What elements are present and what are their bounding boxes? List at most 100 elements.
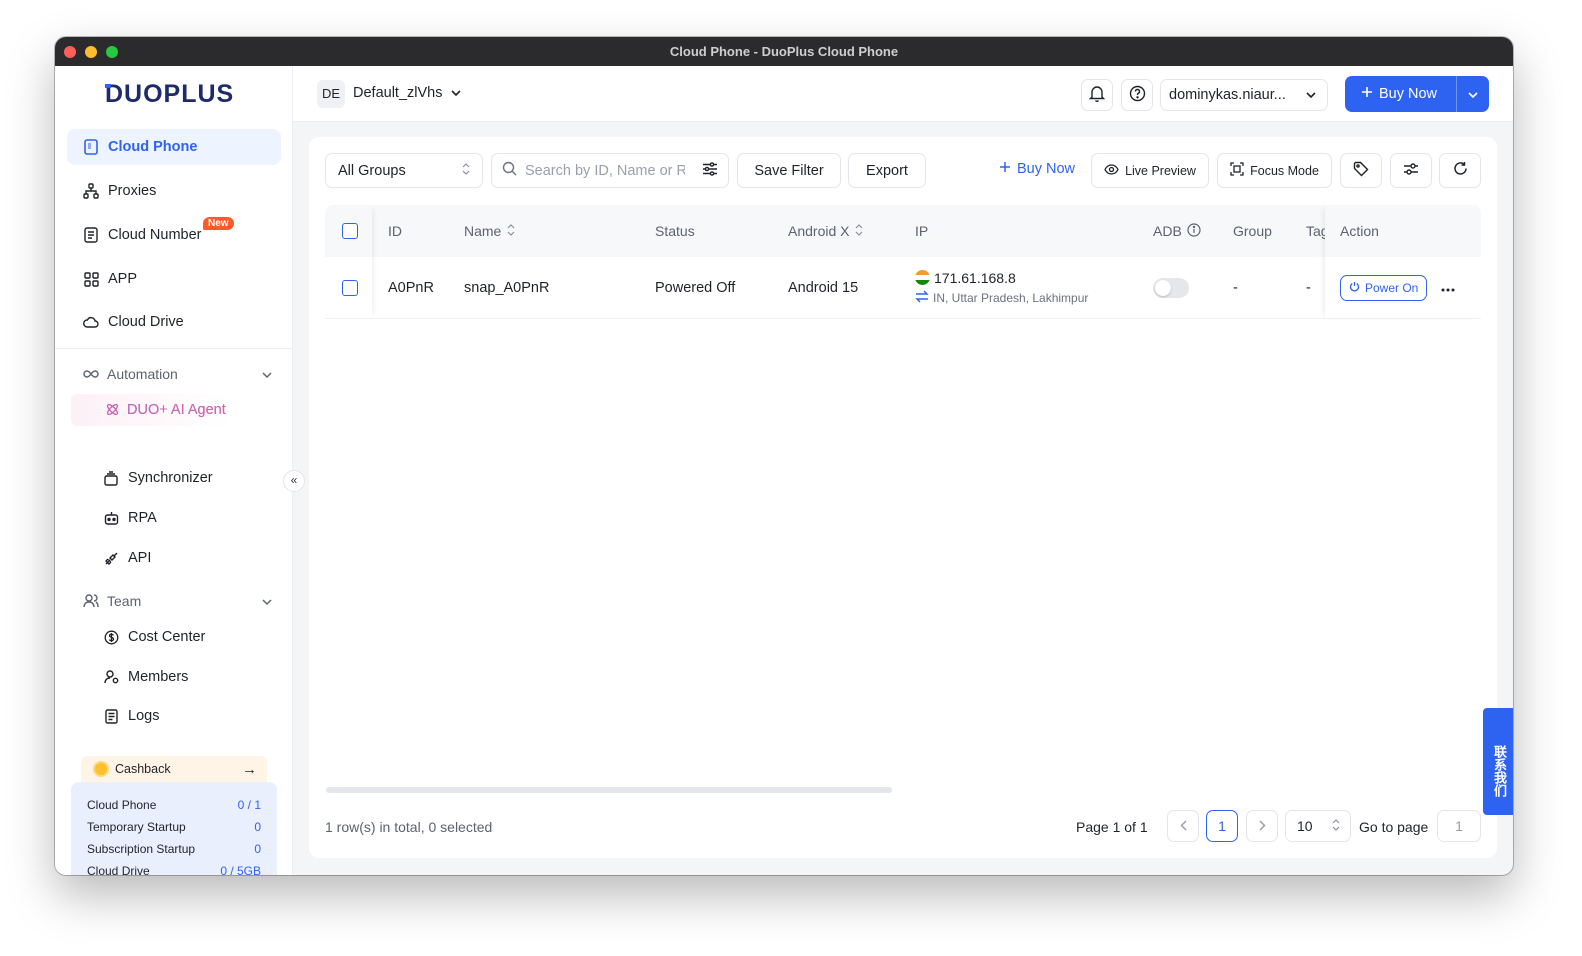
robot-icon	[103, 510, 119, 526]
tags-button[interactable]	[1340, 153, 1382, 188]
sidebar-item-cloud-number[interactable]: Cloud Number New	[67, 217, 281, 253]
eye-icon	[1104, 163, 1119, 178]
filter-sliders-icon[interactable]	[702, 161, 718, 180]
quota-row: Subscription Startup 0	[87, 838, 261, 860]
sidebar-item-logs[interactable]: Logs	[71, 698, 285, 734]
duoplus-logo[interactable]: DUOPLUS	[105, 82, 245, 106]
window-title: Cloud Phone - DuoPlus Cloud Phone	[669, 44, 899, 59]
sidebar-item-api[interactable]: API	[71, 540, 285, 576]
close-window-button[interactable]	[64, 46, 76, 58]
refresh-button[interactable]	[1439, 153, 1481, 188]
horizontal-scrollbar[interactable]	[326, 787, 892, 793]
buy-now-split-button: Buy Now	[1345, 76, 1489, 112]
logo-text: DUOPLUS	[105, 82, 234, 106]
coin-icon	[93, 761, 109, 777]
quota-label: Subscription Startup	[87, 842, 196, 856]
group-select[interactable]: All Groups	[325, 153, 483, 188]
live-preview-button[interactable]: Live Preview	[1091, 153, 1209, 188]
quota-value: 0 / 1	[237, 798, 261, 812]
sidebar-item-members[interactable]: Members	[71, 659, 285, 695]
next-page-button[interactable]	[1246, 810, 1278, 842]
sidebar-item-rpa[interactable]: RPA	[71, 500, 285, 536]
chevron-down-icon	[261, 593, 273, 609]
column-header-ip: IP	[915, 223, 929, 239]
sidebar-item-cost-center[interactable]: Cost Center	[71, 619, 285, 655]
column-header-name[interactable]: Name	[464, 205, 515, 257]
focus-mode-button[interactable]: Focus Mode	[1217, 153, 1332, 188]
buy-now-label: Buy Now	[1379, 86, 1438, 102]
collapse-sidebar-button[interactable]: «	[283, 470, 305, 492]
main-content: All Groups Search by ID, Name or Remark …	[309, 137, 1497, 858]
chevron-left-icon	[1179, 818, 1187, 834]
quota-label: Temporary Startup	[87, 820, 186, 834]
infinity-icon	[83, 369, 99, 379]
sidebar-item-label: Proxies	[108, 183, 157, 199]
sort-icon	[507, 223, 515, 239]
page-size-select[interactable]: 10	[1285, 810, 1351, 842]
search-box[interactable]: Search by ID, Name or Remark	[491, 153, 729, 188]
logs-icon	[103, 708, 119, 724]
cell-group: -	[1233, 279, 1238, 296]
export-button[interactable]: Export	[848, 153, 926, 188]
zoom-window-button[interactable]	[106, 46, 118, 58]
buy-options-dropdown[interactable]	[1457, 86, 1489, 102]
quota-panel: Cloud Phone 0 / 1 Temporary Startup 0 Subs…	[71, 782, 277, 875]
search-input[interactable]: Search by ID, Name or Remark	[525, 163, 685, 179]
column-header-label: Android X	[788, 223, 850, 239]
page-number-button[interactable]: 1	[1206, 810, 1238, 842]
quota-value: 0	[254, 842, 261, 856]
settings-sliders-icon	[1403, 162, 1419, 180]
cashback-banner[interactable]: Cashback →	[81, 756, 267, 782]
search-icon	[502, 161, 517, 180]
minimize-window-button[interactable]	[85, 46, 97, 58]
sidebar-item-cloud-phone[interactable]: Cloud Phone	[67, 129, 281, 165]
sort-updown-icon	[462, 162, 470, 179]
column-header-status: Status	[655, 223, 695, 239]
contact-us-tab[interactable]: 联系我们	[1483, 708, 1513, 815]
phone-icon	[83, 139, 99, 155]
swap-icon[interactable]	[915, 290, 929, 306]
top-header: DE Default_zlVhs dominykas.niaur... Buy …	[293, 66, 1513, 122]
app-window: Cloud Phone - DuoPlus Cloud Phone DUOPLU…	[55, 37, 1513, 875]
info-icon[interactable]	[1187, 222, 1201, 240]
page-size-value: 10	[1297, 818, 1313, 834]
column-header-label: ADB	[1153, 223, 1182, 239]
team-section-toggle[interactable]: Team	[83, 589, 273, 613]
workspace-switcher[interactable]: Default_zlVhs	[353, 85, 462, 101]
quota-value: 0 / 5GB	[220, 864, 261, 875]
prev-page-button[interactable]	[1167, 810, 1199, 842]
toolbar-buy-now-link[interactable]: Buy Now	[999, 161, 1075, 177]
column-header-android[interactable]: Android X	[788, 205, 863, 257]
quota-label: Cloud Drive	[87, 864, 150, 875]
members-icon	[103, 669, 119, 685]
sidebar-item-cloud-drive[interactable]: Cloud Drive	[67, 304, 281, 340]
new-badge: New	[203, 217, 234, 230]
plus-icon	[999, 161, 1011, 177]
cashback-label: Cashback	[115, 762, 171, 776]
export-label: Export	[866, 162, 908, 179]
save-filter-button[interactable]: Save Filter	[737, 153, 841, 188]
help-icon	[1129, 85, 1146, 105]
automation-section-toggle[interactable]: Automation	[83, 362, 273, 386]
sidebar-item-app[interactable]: APP	[67, 261, 281, 297]
network-icon	[83, 183, 99, 199]
sidebar-item-ai-agent[interactable]: DUO+ AI Agent	[71, 394, 231, 426]
sidebar-item-label: Members	[128, 669, 189, 685]
notifications-button[interactable]	[1081, 79, 1113, 111]
goto-page-input[interactable]: 1	[1437, 810, 1481, 842]
tag-icon	[1353, 161, 1369, 181]
user-menu-button[interactable]: dominykas.niaur...	[1160, 79, 1328, 111]
fixed-right-column-shadow	[1325, 205, 1481, 319]
adb-toggle[interactable]	[1153, 277, 1189, 298]
cell-ip: 171.61.168.8	[934, 269, 1016, 286]
column-settings-button[interactable]	[1390, 153, 1432, 188]
sidebar-item-synchronizer[interactable]: Synchronizer	[71, 460, 285, 496]
help-button[interactable]	[1121, 79, 1153, 111]
workspace-avatar[interactable]: DE	[317, 80, 345, 108]
sidebar-item-proxies[interactable]: Proxies	[67, 173, 281, 209]
atom-icon	[105, 402, 120, 421]
table-row[interactable]: A0PnR snap_A0PnR Powered Off Android 15 …	[325, 257, 1481, 319]
buy-now-button[interactable]: Buy Now	[1345, 86, 1456, 102]
devices-table: ID Name Status Android X IP ADB Group Ta…	[325, 205, 1481, 319]
sidebar-item-label: API	[128, 550, 152, 566]
